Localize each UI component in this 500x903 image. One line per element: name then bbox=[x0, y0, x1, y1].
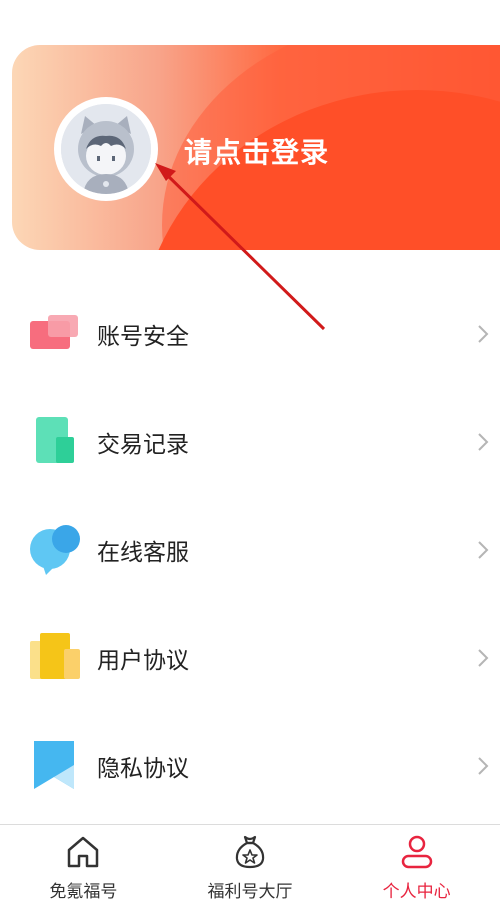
menu-item-user-agreement[interactable]: 用户协议 bbox=[0, 604, 500, 712]
menu-item-privacy-policy[interactable]: 隐私协议 bbox=[0, 712, 500, 820]
bottom-tab-bar: 免氪福号 福利号大厅 个人中心 bbox=[0, 824, 500, 903]
menu-item-label: 隐私协议 bbox=[97, 756, 189, 782]
tab-label: 免氪福号 bbox=[49, 882, 118, 902]
user-icon bbox=[401, 835, 432, 869]
menu-item-transaction-record[interactable]: 交易记录 bbox=[0, 388, 500, 496]
menu-item-label: 交易记录 bbox=[97, 432, 189, 458]
user-agreement-icon bbox=[30, 633, 80, 679]
menu-list: 账号安全 交易记录 在线客服 用户协议 隐私协议 bbox=[0, 280, 500, 820]
customer-service-icon bbox=[30, 525, 80, 575]
account-security-icon bbox=[30, 315, 78, 349]
chevron-right-icon bbox=[478, 649, 489, 667]
menu-item-label: 在线客服 bbox=[97, 540, 189, 566]
menu-item-account-security[interactable]: 账号安全 bbox=[0, 280, 500, 388]
transaction-record-icon bbox=[36, 417, 74, 463]
tab-label: 个人中心 bbox=[382, 882, 451, 902]
tab-label: 福利号大厅 bbox=[207, 882, 293, 902]
profile-header-card[interactable]: 请点击登录 bbox=[12, 45, 500, 250]
menu-item-label: 用户协议 bbox=[97, 648, 189, 674]
chevron-right-icon bbox=[478, 541, 489, 559]
menu-item-customer-service[interactable]: 在线客服 bbox=[0, 496, 500, 604]
tab-profile[interactable]: 个人中心 bbox=[333, 825, 500, 903]
home-icon bbox=[68, 836, 99, 868]
chevron-right-icon bbox=[478, 433, 489, 451]
tab-welfare-hall[interactable]: 福利号大厅 bbox=[167, 825, 334, 903]
default-avatar-icon bbox=[61, 104, 151, 194]
chevron-right-icon bbox=[478, 325, 489, 343]
tab-home[interactable]: 免氪福号 bbox=[0, 825, 167, 903]
chevron-right-icon bbox=[478, 757, 489, 775]
privacy-policy-icon bbox=[34, 741, 74, 789]
bag-star-icon bbox=[235, 835, 265, 869]
menu-item-label: 账号安全 bbox=[97, 324, 189, 350]
avatar[interactable] bbox=[54, 97, 158, 201]
login-prompt[interactable]: 请点击登录 bbox=[184, 131, 329, 171]
